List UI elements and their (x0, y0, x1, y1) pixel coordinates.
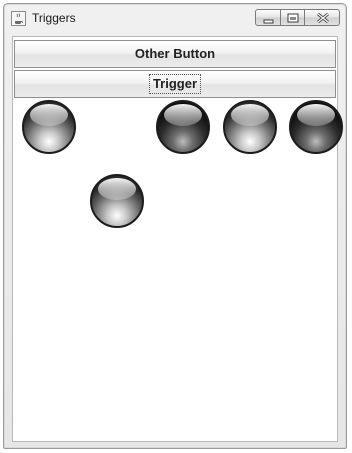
java-coffee-icon[interactable] (11, 11, 26, 26)
close-icon (317, 12, 329, 24)
trigger-button-label: Trigger (148, 74, 202, 94)
orb-indicator (155, 99, 211, 155)
content-panel: Other Button Trigger (12, 36, 343, 442)
orb-indicator (21, 99, 77, 155)
minimize-icon (263, 19, 274, 24)
app-window: Triggers Other Button Trigger (3, 3, 347, 449)
orb-indicator (288, 99, 344, 155)
maximize-button[interactable] (280, 9, 305, 26)
maximize-icon (287, 13, 299, 23)
orb-indicator (222, 99, 278, 155)
trigger-button[interactable]: Trigger (14, 70, 336, 98)
close-button[interactable] (304, 9, 340, 26)
window-title: Triggers (32, 11, 76, 25)
minimize-button[interactable] (255, 9, 281, 26)
other-button[interactable]: Other Button (14, 40, 336, 68)
orb-indicator (89, 173, 145, 229)
title-bar[interactable]: Triggers (4, 4, 346, 34)
